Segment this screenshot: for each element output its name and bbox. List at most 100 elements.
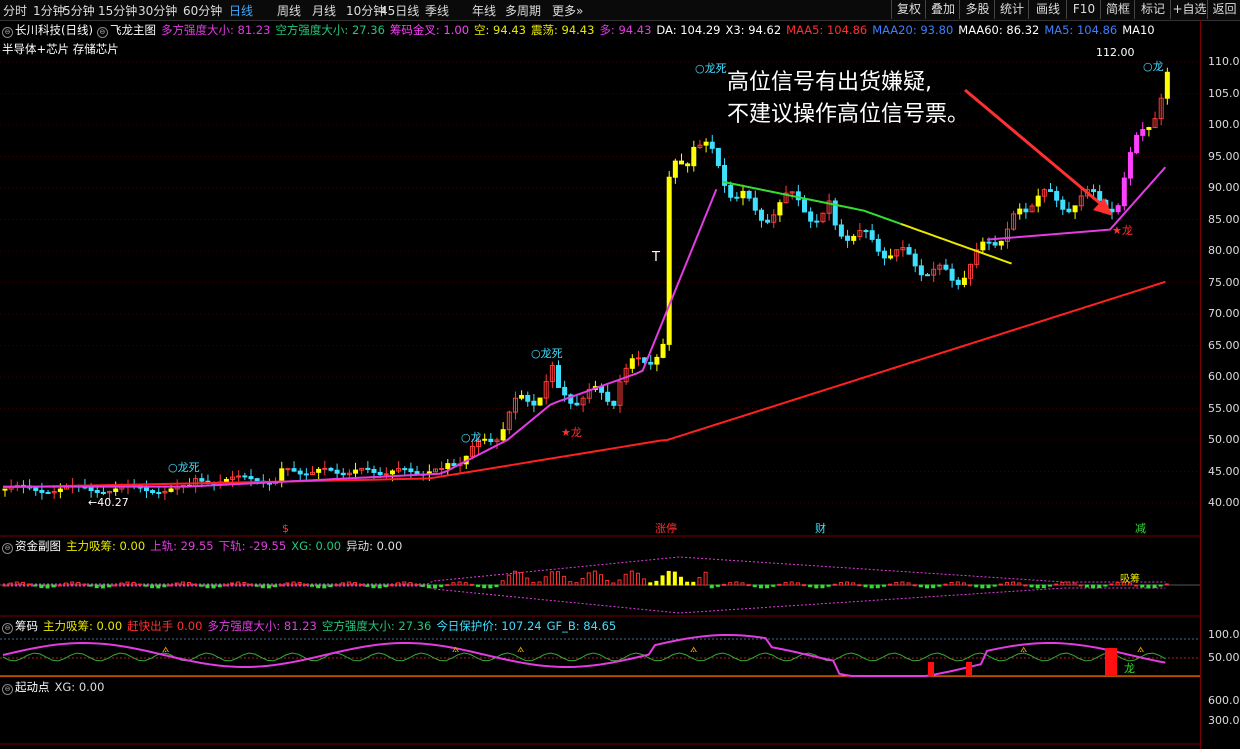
fund-bar: [408, 582, 413, 586]
candle: [943, 264, 949, 270]
readout: 筹码金叉: 1.00: [389, 23, 470, 37]
collapse-icon[interactable]: ⊖: [2, 684, 13, 695]
candle: [912, 253, 918, 267]
event-tag: 财: [815, 521, 826, 535]
y-tick: 50.00: [1208, 433, 1240, 446]
readout: 空: 94.43: [474, 23, 526, 37]
ma-long-line: [2, 280, 1166, 489]
fund-bar: [519, 572, 524, 586]
fund-bar: [340, 582, 345, 586]
candle: [777, 202, 783, 216]
readout: 主力吸筹: 0.00: [66, 539, 146, 553]
y-tick: 100.00: [1208, 628, 1240, 641]
panel-title: 资金副图: [15, 539, 61, 553]
fund-bar: [912, 584, 917, 587]
candle: [297, 470, 303, 475]
kline-chart[interactable]: 112.00 ←40.27 ○龙死 ○龙死 ○龙 ○龙死 ○龙 ★龙 ★龙 T $ 涨停 财 减吸筹 ⟑ ⟑ ⟑…: [0, 0, 1240, 749]
event-tag: $: [282, 522, 289, 535]
fund-bar: [45, 584, 50, 589]
fund-bar: [1134, 584, 1139, 587]
y-tick: 40.00: [1208, 496, 1240, 509]
fund-bar: [1084, 584, 1089, 588]
candle: [961, 277, 967, 285]
fund-bar: [426, 584, 431, 589]
chip-tag: 龙: [1124, 662, 1135, 675]
fund-bar: [1004, 581, 1009, 586]
candle: [906, 247, 912, 255]
fund-bar: [1152, 584, 1157, 589]
fund-bar: [291, 581, 296, 586]
fund-bar: [162, 584, 167, 588]
fund-bar: [556, 571, 560, 586]
candle: [445, 463, 451, 470]
fund-bar: [1158, 584, 1163, 587]
candle: [949, 268, 955, 281]
candle: [100, 491, 106, 494]
dragon-death-label: ○龙死: [168, 461, 200, 474]
fund-bar: [543, 576, 548, 586]
candle: [482, 438, 488, 441]
high-label: 112.00: [1096, 46, 1135, 59]
chip-panel-header: ⊖ 筹码 主力吸筹: 0.00 赶快出手 0.00 多方强度大小: 81.23 空方强度大…: [2, 618, 616, 634]
candle: [113, 488, 119, 492]
candle: [845, 235, 851, 241]
dragon-death-label: ○龙死: [531, 347, 563, 360]
candle: [709, 141, 715, 149]
candle: [88, 487, 94, 492]
fund-bar: [1091, 584, 1096, 589]
fund-bar: [642, 578, 647, 586]
fund-tag: 吸筹: [1120, 572, 1140, 585]
fund-bar: [39, 584, 44, 589]
fund-bar: [180, 581, 185, 586]
fund-bar: [64, 582, 68, 586]
candle: [291, 468, 297, 472]
fund-bar: [918, 584, 923, 588]
readout: 空方强度大小: 27.36: [321, 619, 432, 633]
fund-bar: [389, 584, 394, 587]
candle: [1097, 191, 1103, 201]
fund-bar: [906, 582, 911, 586]
fund-bar: [826, 584, 831, 587]
collapse-icon[interactable]: ⊖: [2, 543, 13, 554]
collapse-icon[interactable]: ⊖: [2, 623, 13, 634]
annotation-line2: 不建议操作高位信号票。: [727, 102, 970, 127]
dragon-label: ○龙: [461, 431, 482, 444]
fund-bar: [629, 570, 634, 586]
candle: [439, 468, 445, 471]
readout: DA: 104.29: [656, 23, 721, 37]
readout: 震荡: 94.43: [530, 23, 595, 37]
fund-bar: [1072, 582, 1077, 586]
fund-bar: [199, 584, 204, 587]
fund-bar: [648, 582, 653, 586]
fund-bar: [113, 584, 118, 587]
ma-mid-line: [3, 188, 718, 488]
candle: [734, 196, 740, 199]
candle: [629, 358, 635, 369]
fund-bar: [728, 582, 733, 586]
candle: [537, 397, 543, 406]
readout: 多: 94.43: [599, 23, 652, 37]
fund-bar: [974, 584, 979, 588]
buy-marker: ⟑: [690, 641, 697, 655]
y-tick: 100.00: [1208, 118, 1240, 131]
fund-bar: [703, 571, 708, 586]
candle: [814, 220, 820, 223]
collapse-icon[interactable]: ⊖: [2, 27, 13, 38]
fund-bar: [783, 582, 788, 586]
start-panel-header: ⊖ 起动点 XG: 0.00: [2, 679, 104, 695]
candle: [980, 241, 986, 251]
y-tick: 70.00: [1208, 307, 1240, 320]
fund-bar: [1097, 584, 1102, 589]
fund-bar: [1164, 583, 1169, 586]
fund-bar: [1103, 584, 1108, 587]
candle: [752, 197, 758, 211]
readout: MA5: 104.86: [1044, 23, 1118, 37]
candle: [562, 386, 568, 396]
candle: [1017, 208, 1023, 215]
candle: [765, 219, 771, 223]
readout: XG: 0.00: [291, 539, 342, 553]
candle: [888, 255, 894, 259]
readout: 今日保护价: 107.24: [436, 619, 542, 633]
fund-bar: [1041, 584, 1046, 589]
collapse-icon[interactable]: ⊖: [96, 27, 108, 38]
